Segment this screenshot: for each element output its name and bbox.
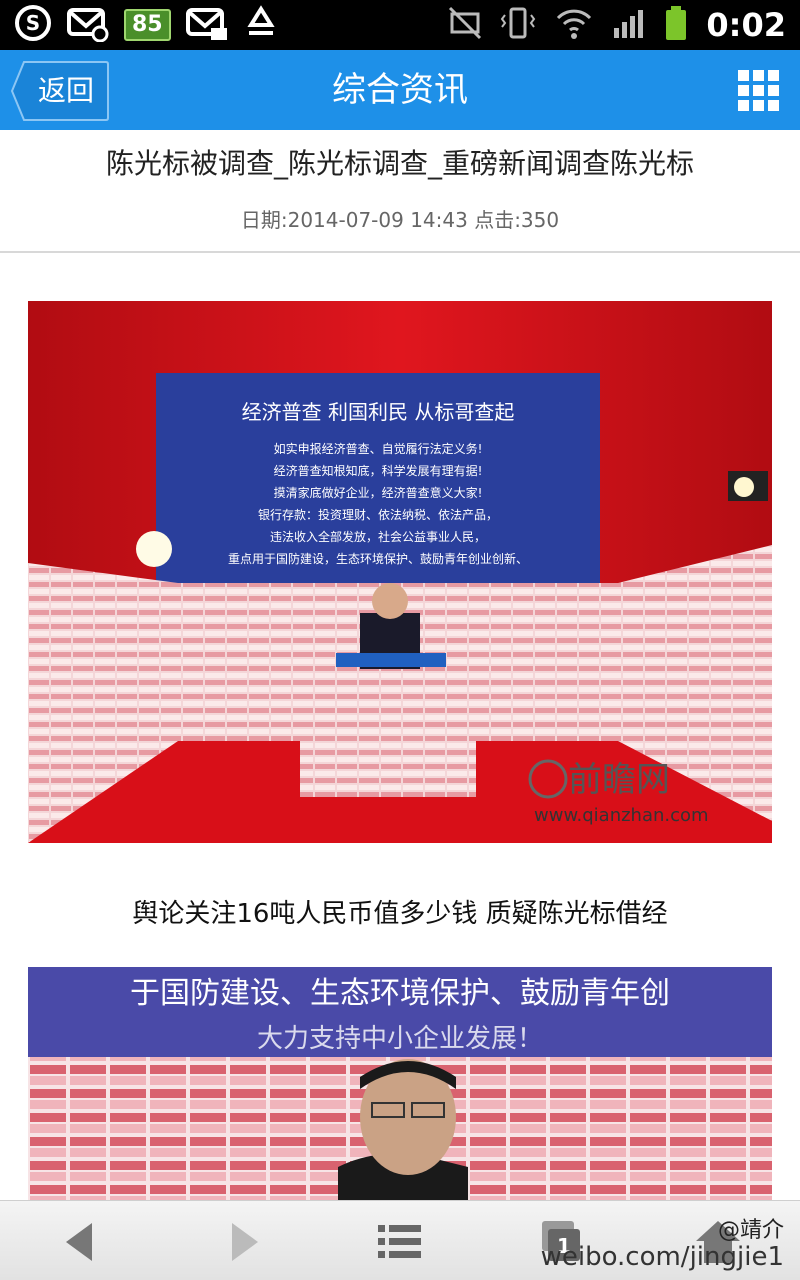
article-caption: 舆论关注16吨人民币值多少钱 质疑陈光标借经 <box>132 899 668 929</box>
banner-line: 于国防建设、生态环境保护、鼓励青年创 <box>130 976 670 1011</box>
banner-line: 如实申报经济普查、自觉履行法定义务! <box>274 441 483 456</box>
mute-icon <box>448 6 482 44</box>
clock: 0:02 <box>706 6 786 44</box>
recycle-icon <box>243 5 279 45</box>
article-photo-1[interactable]: 经济普查 利国利民 从标哥查起 如实申报经济普查、自觉履行法定义务! 经济普查知… <box>28 301 772 843</box>
article-meta: 日期:2014-07-09 14:43 点击:350 <box>240 208 560 232</box>
status-bar: S 85 0:02 <box>0 0 800 50</box>
status-right: 0:02 <box>448 6 786 44</box>
msg-mail-icon <box>185 4 229 46</box>
banner-line: 银行存款：投资理财、依法纳税、依法产品， <box>258 507 498 522</box>
signal-icon <box>612 6 646 44</box>
grid-menu-icon[interactable] <box>738 70 780 112</box>
banner-line: 大力支持中小企业发展！ <box>257 1024 543 1054</box>
svg-text:S: S <box>26 11 40 35</box>
article-photo-2[interactable]: 于国防建设、生态环境保护、鼓励青年创 大力支持中小企业发展！ <box>28 967 772 1202</box>
photo-watermark-url: www.qianzhan.com <box>534 805 709 826</box>
msg-location-icon <box>66 4 110 46</box>
title-bar: 返回 综合资讯 <box>0 50 800 130</box>
article-title: 陈光标被调查_陈光标调查_重磅新闻调查陈光标 <box>105 147 694 180</box>
banner-line: 摸清家底做好企业，经济普查意义大家! <box>274 485 483 500</box>
weibo-handle: @靖介 <box>717 1218 784 1243</box>
forward-arrow-icon[interactable] <box>220 1219 268 1265</box>
weibo-url: weibo.com/jingjie1 <box>540 1242 784 1272</box>
back-label: 返回 <box>38 74 95 107</box>
banner-line: 违法收入全部发放，社会公益事业人民， <box>270 529 486 544</box>
status-left: S 85 <box>14 4 279 46</box>
banner-line: 经济普查 利国利民 从标哥查起 <box>242 400 515 424</box>
banner-line: 重点用于国防建设，生态环境保护、鼓励青年创业创新、 <box>228 551 528 566</box>
photo-watermark: 前瞻网 <box>568 760 670 800</box>
battery-icon <box>664 5 688 45</box>
wifi-icon <box>554 6 594 44</box>
back-arrow-icon[interactable] <box>58 1219 106 1265</box>
vibrate-icon <box>500 5 536 45</box>
list-icon[interactable] <box>376 1219 424 1265</box>
weibo-watermark: @靖介 weibo.com/jingjie1 <box>541 1200 792 1280</box>
divider <box>0 251 800 253</box>
page-title: 综合资讯 <box>332 70 468 110</box>
banner-line: 经济普查知根知底，科学发展有理有据! <box>274 463 483 478</box>
sim-icon: S <box>14 4 52 46</box>
back-button[interactable]: 返回 <box>10 60 110 122</box>
battery-level-badge: 85 <box>124 9 171 41</box>
